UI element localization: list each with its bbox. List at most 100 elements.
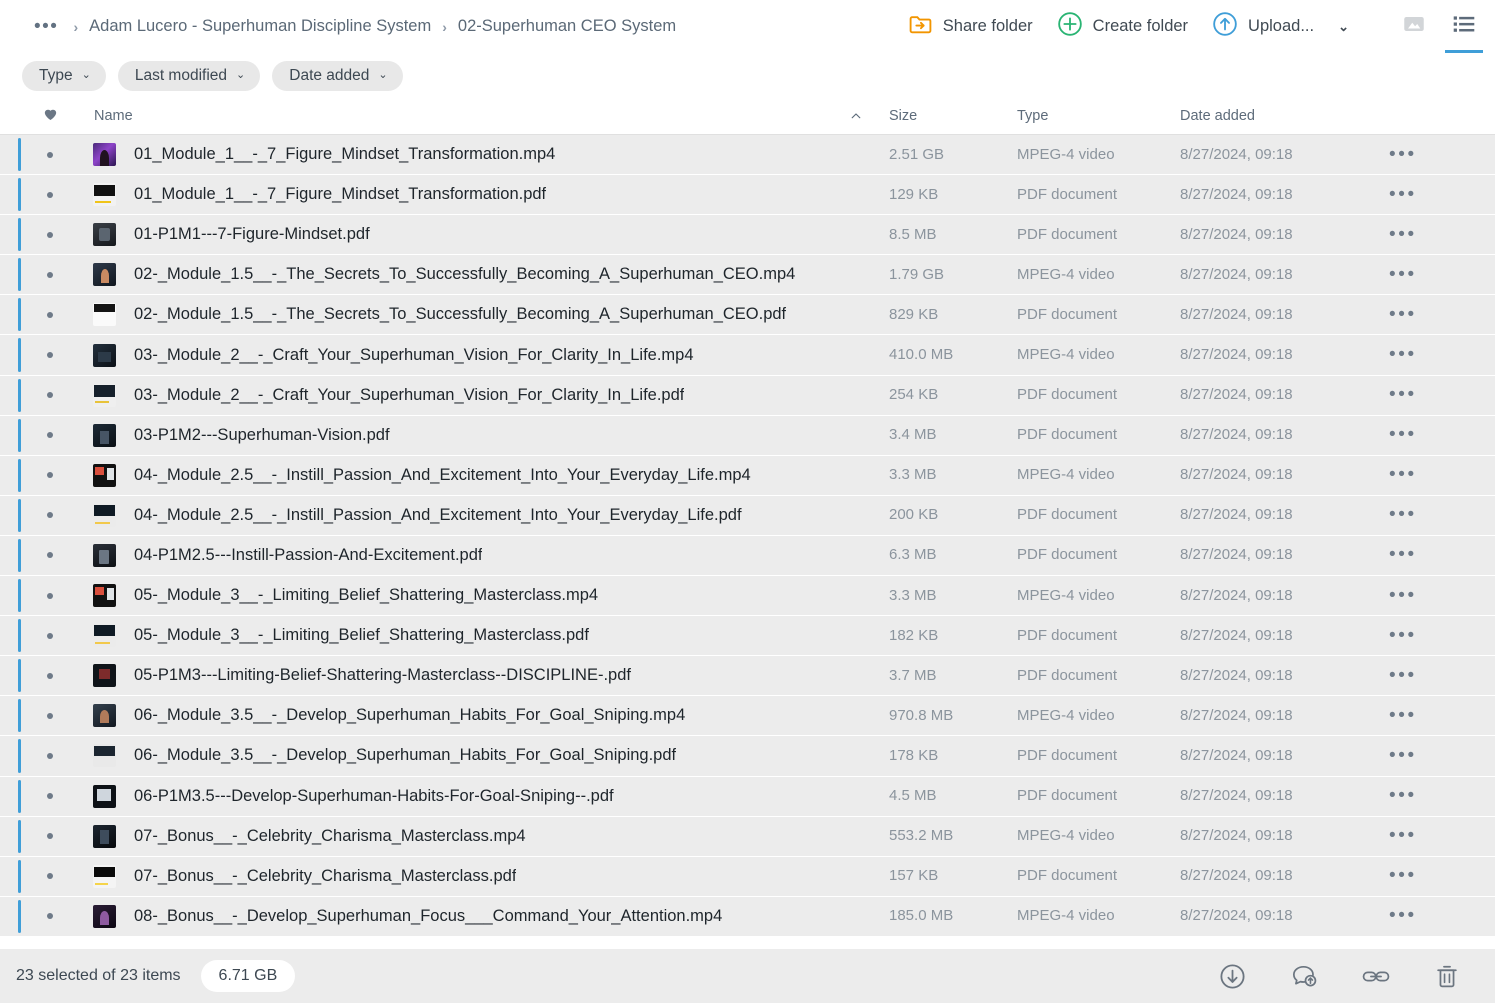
row-selection-indicator (18, 258, 21, 291)
row-overflow-menu-button[interactable]: ••• (1385, 226, 1421, 244)
row-overflow-menu-button[interactable]: ••• (1385, 306, 1421, 324)
row-status-dot (47, 192, 53, 198)
row-selection-indicator (18, 218, 21, 251)
file-name-label: 07-_Bonus__-_Celebrity_Charisma_Mastercl… (134, 867, 516, 886)
row-overflow-menu-button[interactable]: ••• (1385, 907, 1421, 925)
row-overflow-menu-button[interactable]: ••• (1385, 426, 1421, 444)
gallery-view-button[interactable] (1397, 10, 1431, 44)
column-header-date-added[interactable]: Date added (1180, 107, 1385, 125)
breadcrumb-item-current[interactable]: 02-Superhuman CEO System (458, 17, 676, 36)
row-overflow-menu-button[interactable]: ••• (1385, 506, 1421, 524)
download-icon[interactable] (1218, 962, 1247, 991)
table-row[interactable]: 06-_Module_3.5__-_Develop_Superhuman_Hab… (0, 736, 1495, 775)
row-overflow-menu-button[interactable]: ••• (1385, 266, 1421, 284)
row-overflow-menu-button[interactable]: ••• (1385, 827, 1421, 845)
breadcrumb-overflow-button[interactable]: ••• (30, 22, 62, 32)
list-view-button[interactable] (1447, 10, 1481, 44)
column-header-size[interactable]: Size (889, 107, 1017, 125)
row-overflow-menu-button[interactable]: ••• (1385, 186, 1421, 204)
upload-button[interactable]: Upload... ⌄ (1200, 5, 1361, 48)
row-overflow-menu-button[interactable]: ••• (1385, 627, 1421, 645)
chevron-down-icon: ⌄ (82, 70, 91, 81)
file-thumbnail (93, 584, 116, 607)
delete-icon[interactable] (1433, 962, 1461, 991)
file-size-label: 185.0 MB (889, 907, 953, 924)
table-row[interactable]: 06-_Module_3.5__-_Develop_Superhuman_Hab… (0, 696, 1495, 735)
table-row[interactable]: 02-_Module_1.5__-_The_Secrets_To_Success… (0, 295, 1495, 334)
file-thumbnail (93, 624, 116, 647)
row-status-dot (47, 873, 53, 879)
row-overflow-menu-button[interactable]: ••• (1385, 346, 1421, 364)
row-overflow-menu-button[interactable]: ••• (1385, 747, 1421, 765)
row-overflow-menu-button[interactable]: ••• (1385, 787, 1421, 805)
file-type-label: MPEG-4 video (1017, 266, 1115, 283)
table-row[interactable]: 01_Module_1__-_7_Figure_Mindset_Transfor… (0, 175, 1495, 214)
sort-ascending-icon[interactable] (849, 109, 863, 123)
table-row[interactable]: 08-_Bonus__-_Develop_Superhuman_Focus___… (0, 897, 1495, 936)
table-row[interactable]: 04-_Module_2.5__-_Instill_Passion_And_Ex… (0, 496, 1495, 535)
row-overflow-menu-button[interactable]: ••• (1385, 667, 1421, 685)
row-status-dot (47, 593, 53, 599)
table-row[interactable]: 03-_Module_2__-_Craft_Your_Superhuman_Vi… (0, 376, 1495, 415)
file-size-label: 3.4 MB (889, 426, 937, 443)
table-row[interactable]: 07-_Bonus__-_Celebrity_Charisma_Mastercl… (0, 817, 1495, 856)
row-overflow-menu-button[interactable]: ••• (1385, 386, 1421, 404)
file-thumbnail (93, 384, 116, 407)
table-row[interactable]: 07-_Bonus__-_Celebrity_Charisma_Mastercl… (0, 857, 1495, 896)
create-folder-label: Create folder (1093, 17, 1188, 36)
file-thumbnail (93, 825, 116, 848)
table-row[interactable]: 03-P1M2---Superhuman-Vision.pdf3.4 MBPDF… (0, 416, 1495, 455)
table-row[interactable]: 05-P1M3---Limiting-Belief-Shattering-Mas… (0, 656, 1495, 695)
row-overflow-menu-button[interactable]: ••• (1385, 546, 1421, 564)
chevron-down-icon: ⌄ (378, 70, 387, 81)
top-toolbar: ••• › Adam Lucero - Superhuman Disciplin… (0, 0, 1495, 53)
create-folder-button[interactable]: Create folder (1045, 5, 1200, 48)
column-header-type[interactable]: Type (1017, 107, 1180, 125)
selection-count-label: 23 selected of 23 items (16, 967, 181, 985)
row-overflow-menu-button[interactable]: ••• (1385, 587, 1421, 605)
file-thumbnail (93, 785, 116, 808)
file-name-label: 06-_Module_3.5__-_Develop_Superhuman_Hab… (134, 746, 676, 765)
breadcrumb-item-root[interactable]: Adam Lucero - Superhuman Discipline Syst… (89, 17, 431, 36)
row-overflow-menu-button[interactable]: ••• (1385, 707, 1421, 725)
row-selection-indicator (18, 138, 21, 171)
row-status-dot (47, 392, 53, 398)
upload-chevron-down-icon[interactable]: ⌄ (1338, 19, 1349, 35)
table-row[interactable]: 04-P1M2.5---Instill-Passion-And-Exciteme… (0, 536, 1495, 575)
file-size-label: 157 KB (889, 867, 938, 884)
file-date-added-label: 8/27/2024, 09:18 (1180, 747, 1293, 764)
table-row[interactable]: 05-_Module_3__-_Limiting_Belief_Shatteri… (0, 616, 1495, 655)
selection-footer: 23 selected of 23 items 6.71 GB (0, 949, 1495, 1003)
table-row[interactable]: 04-_Module_2.5__-_Instill_Passion_And_Ex… (0, 456, 1495, 495)
column-header-favorite[interactable] (0, 106, 92, 127)
file-date-added-label: 8/27/2024, 09:18 (1180, 587, 1293, 604)
column-header-name[interactable]: Name (92, 108, 889, 124)
row-overflow-menu-button[interactable]: ••• (1385, 466, 1421, 484)
file-name-label: 03-_Module_2__-_Craft_Your_Superhuman_Vi… (134, 346, 694, 365)
table-row[interactable]: 03-_Module_2__-_Craft_Your_Superhuman_Vi… (0, 335, 1495, 374)
row-overflow-menu-button[interactable]: ••• (1385, 867, 1421, 885)
table-row[interactable]: 01_Module_1__-_7_Figure_Mindset_Transfor… (0, 135, 1495, 174)
file-date-added-label: 8/27/2024, 09:18 (1180, 627, 1293, 644)
filter-chip-last-modified[interactable]: Last modified ⌄ (118, 61, 260, 91)
share-folder-button[interactable]: Share folder (896, 6, 1045, 48)
row-overflow-menu-button[interactable]: ••• (1385, 146, 1421, 164)
file-thumbnail (93, 344, 116, 367)
filter-chip-type[interactable]: Type ⌄ (22, 61, 106, 91)
file-list[interactable]: 01_Module_1__-_7_Figure_Mindset_Transfor… (0, 135, 1495, 949)
table-row[interactable]: 02-_Module_1.5__-_The_Secrets_To_Success… (0, 255, 1495, 294)
column-header-date-added-label: Date added (1180, 108, 1255, 124)
copy-link-icon[interactable] (1361, 962, 1391, 991)
table-row[interactable]: 01-P1M1---7-Figure-Mindset.pdf8.5 MBPDF … (0, 215, 1495, 254)
table-row[interactable]: 06-P1M3.5---Develop-Superhuman-Habits-Fo… (0, 777, 1495, 816)
total-size-badge: 6.71 GB (201, 960, 296, 992)
file-type-label: PDF document (1017, 186, 1117, 203)
row-status-dot (47, 432, 53, 438)
upload-label: Upload... (1248, 17, 1314, 36)
file-type-label: MPEG-4 video (1017, 707, 1115, 724)
filter-chip-date-added[interactable]: Date added ⌄ (272, 61, 402, 91)
table-row[interactable]: 05-_Module_3__-_Limiting_Belief_Shatteri… (0, 576, 1495, 615)
transfer-icon[interactable] (1289, 962, 1319, 991)
file-date-added-label: 8/27/2024, 09:18 (1180, 667, 1293, 684)
list-icon (1451, 11, 1477, 42)
